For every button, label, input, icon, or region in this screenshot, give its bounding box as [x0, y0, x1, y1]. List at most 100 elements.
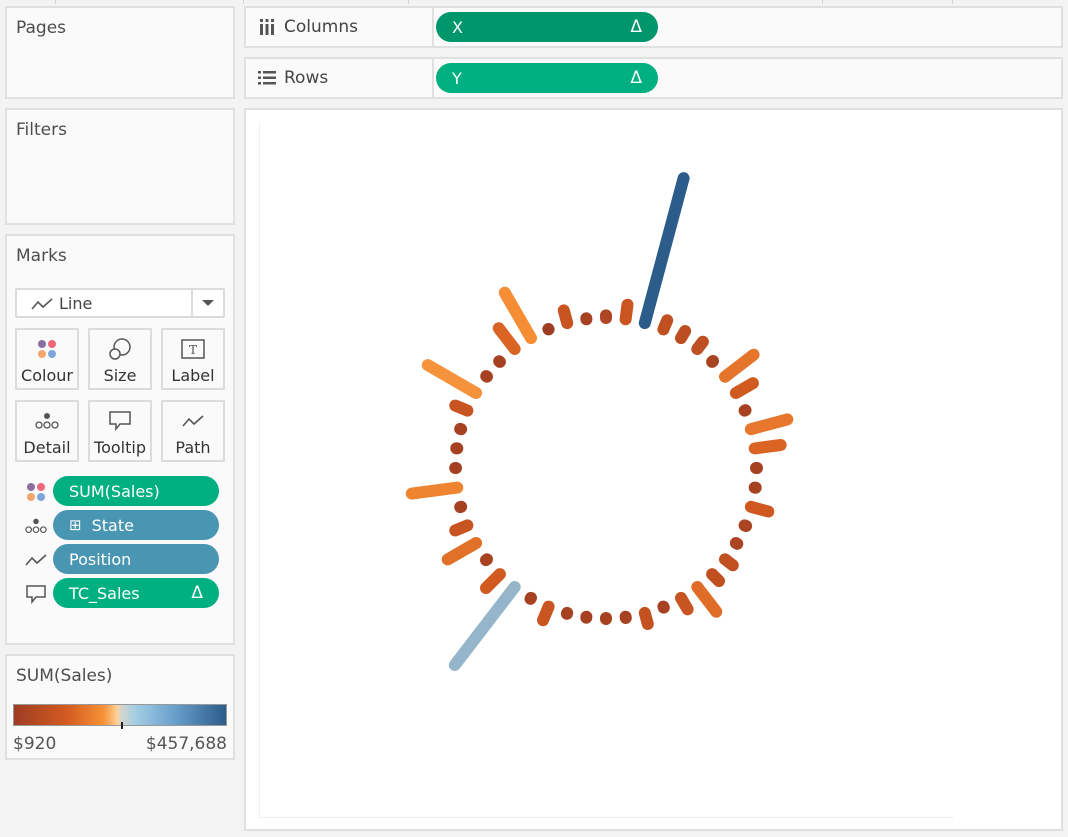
top-strip	[0, 0, 1068, 4]
y-pill[interactable]: Y Δ	[436, 63, 658, 93]
field-tc-sales[interactable]: TC_Sales Δ	[7, 578, 237, 610]
size-label: Size	[103, 366, 137, 385]
columns-label: Columns	[284, 17, 358, 37]
legend-title: SUM(Sales)	[16, 666, 113, 686]
visualization-area[interactable]	[244, 108, 1063, 831]
state-mark[interactable]	[638, 172, 690, 330]
radial-chart	[405, 172, 794, 671]
state-mark[interactable]	[480, 568, 506, 594]
state-mark[interactable]	[675, 591, 694, 616]
state-mark[interactable]	[421, 359, 483, 399]
chevron-down-icon[interactable]	[191, 290, 223, 316]
state-mark[interactable]	[729, 537, 744, 550]
pages-shelf[interactable]: Pages	[5, 6, 235, 99]
detail-icon	[17, 410, 77, 432]
colour-icon	[17, 338, 77, 360]
rows-shelf[interactable]: Rows Y Δ	[244, 57, 1063, 99]
size-button[interactable]: Size	[88, 328, 152, 390]
label-label: Label	[171, 366, 215, 385]
state-mark[interactable]	[492, 322, 521, 355]
calculation-icon: Δ	[630, 17, 642, 37]
tooltip-icon	[25, 584, 47, 604]
tooltip-button[interactable]: Tooltip	[88, 400, 152, 462]
divider	[243, 0, 244, 4]
field-state[interactable]: ⊞ State	[7, 510, 237, 542]
path-label: Path	[175, 438, 211, 457]
state-mark[interactable]	[449, 519, 474, 537]
x-pill[interactable]: X Δ	[436, 12, 658, 42]
colour-legend: SUM(Sales) $920 $457,688	[5, 654, 235, 760]
state-mark[interactable]	[748, 439, 787, 455]
state-mark[interactable]	[638, 606, 654, 630]
colour-label: Colour	[21, 366, 73, 385]
filters-shelf[interactable]: Filters	[5, 108, 235, 225]
state-mark[interactable]	[480, 370, 493, 383]
state-mark[interactable]	[691, 335, 709, 355]
state-pill[interactable]: ⊞ State	[53, 510, 219, 540]
columns-shelf[interactable]: Columns X Δ	[244, 6, 1063, 48]
pill-label: Position	[69, 549, 132, 569]
label-button[interactable]: T Label	[161, 328, 225, 390]
pill-label: State	[91, 515, 134, 535]
legend-min-label: $920	[13, 734, 57, 754]
tooltip-icon	[90, 410, 150, 432]
state-mark[interactable]	[729, 377, 759, 399]
state-mark[interactable]	[719, 553, 739, 572]
detail-icon	[25, 516, 47, 536]
path-button[interactable]: Path	[161, 400, 225, 462]
label-icon: T	[163, 338, 223, 360]
divider	[408, 0, 409, 4]
marks-card: Marks Line Colour Size T Label Detail To…	[5, 234, 235, 645]
detail-button[interactable]: Detail	[15, 400, 79, 462]
size-icon	[90, 338, 150, 360]
divider	[952, 0, 953, 4]
state-mark[interactable]	[691, 581, 723, 618]
state-mark[interactable]	[524, 591, 537, 605]
state-mark[interactable]	[738, 519, 753, 532]
pill-label: Y	[452, 68, 462, 88]
pill-label: SUM(Sales)	[69, 481, 160, 501]
divider	[822, 0, 823, 4]
state-mark[interactable]	[448, 581, 521, 671]
state-mark[interactable]	[657, 314, 674, 336]
pill-label: X	[452, 17, 463, 37]
state-mark[interactable]	[537, 600, 555, 627]
state-mark[interactable]	[441, 537, 483, 566]
colour-button[interactable]: Colour	[15, 328, 79, 390]
field-position[interactable]: Position	[7, 544, 237, 576]
state-mark[interactable]	[744, 413, 794, 436]
mark-type-label: Line	[59, 294, 93, 313]
expand-icon[interactable]: ⊞	[69, 516, 82, 534]
tooltip-label: Tooltip	[94, 438, 146, 457]
columns-shelf-label: Columns	[246, 8, 434, 46]
svg-text:T: T	[189, 343, 197, 357]
tc-sales-pill[interactable]: TC_Sales Δ	[53, 578, 219, 608]
state-mark[interactable]	[449, 399, 474, 417]
columns-icon	[256, 19, 278, 35]
pill-label: TC_Sales	[69, 583, 140, 603]
state-mark[interactable]	[498, 286, 537, 345]
position-pill[interactable]: Position	[53, 544, 219, 574]
path-icon	[25, 550, 47, 570]
state-mark[interactable]	[675, 325, 692, 345]
filters-title: Filters	[16, 120, 67, 140]
rows-shelf-label: Rows	[246, 59, 434, 97]
mark-type-dropdown[interactable]: Line	[15, 288, 225, 318]
state-mark[interactable]	[493, 355, 506, 368]
rows-icon	[256, 71, 278, 85]
state-mark[interactable]	[480, 553, 493, 567]
line-icon	[31, 296, 53, 315]
legend-max-label: $457,688	[145, 734, 227, 754]
state-mark[interactable]	[706, 355, 719, 368]
state-mark[interactable]	[706, 568, 725, 587]
state-mark[interactable]	[719, 348, 760, 383]
state-mark[interactable]	[557, 304, 574, 330]
sum-sales-pill[interactable]: SUM(Sales)	[53, 476, 219, 506]
calculation-icon: Δ	[191, 583, 203, 603]
state-mark[interactable]	[619, 298, 634, 326]
marks-title: Marks	[16, 246, 67, 266]
state-mark[interactable]	[744, 500, 775, 518]
field-sum-sales[interactable]: SUM(Sales)	[7, 476, 237, 508]
divider	[55, 0, 56, 4]
state-mark[interactable]	[405, 481, 464, 500]
